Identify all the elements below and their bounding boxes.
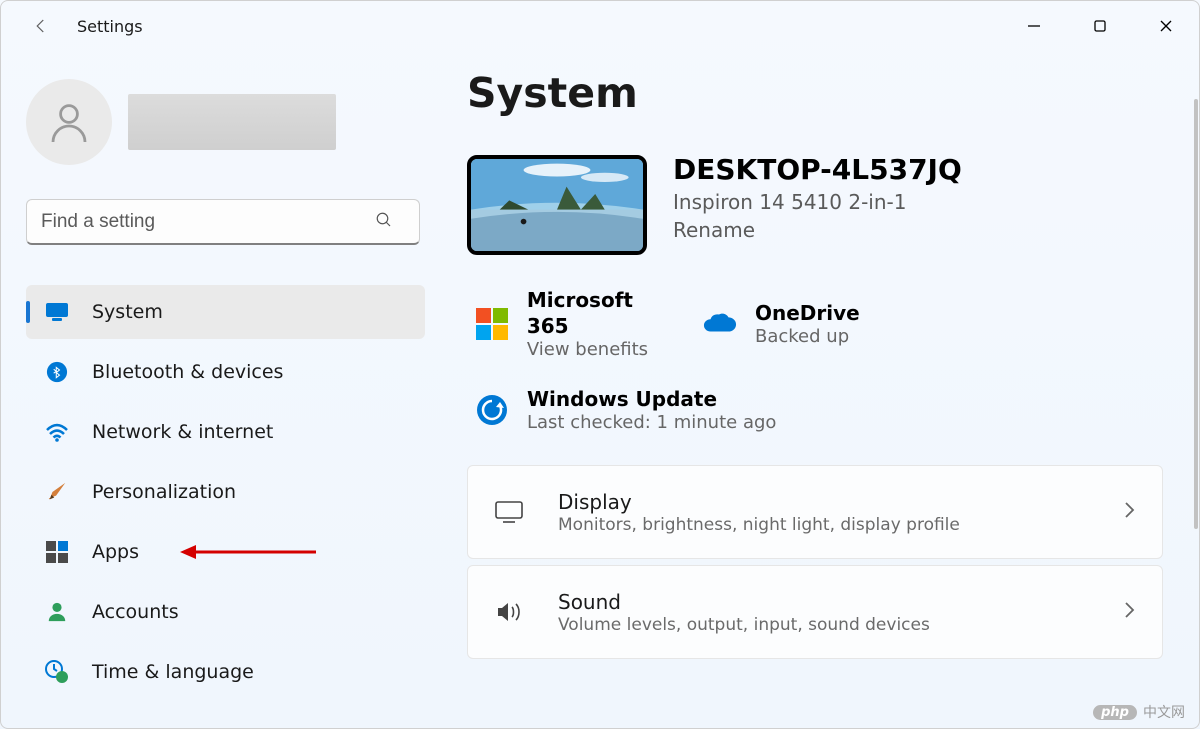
watermark: php 中文网 — [1093, 702, 1185, 722]
sidebar-item-bluetooth[interactable]: Bluetooth & devices — [26, 345, 425, 399]
user-name-placeholder — [128, 94, 336, 150]
card-sub: Monitors, brightness, night light, displ… — [558, 515, 960, 535]
card-title: Display — [558, 489, 960, 515]
sidebar-item-time-language[interactable]: Time & language — [26, 645, 425, 699]
pc-text: DESKTOP-4L537JQ Inspiron 14 5410 2-in-1 … — [673, 155, 962, 255]
clock-globe-icon — [44, 659, 70, 685]
chevron-right-icon — [1122, 500, 1136, 524]
tile-onedrive[interactable]: OneDrive Backed up — [695, 283, 917, 364]
tile-sub: Last checked: 1 minute ago — [527, 412, 776, 433]
microsoft-logo-icon — [475, 307, 509, 341]
apps-icon — [44, 539, 70, 565]
pc-model: Inspiron 14 5410 2-in-1 — [673, 190, 962, 214]
sidebar-item-label: Network & internet — [92, 421, 273, 443]
back-button[interactable] — [23, 8, 59, 44]
wifi-icon — [44, 419, 70, 445]
pc-name: DESKTOP-4L537JQ — [673, 155, 962, 186]
person-icon — [44, 599, 70, 625]
tile-sub: View benefits — [527, 339, 681, 360]
search-icon — [375, 211, 393, 233]
tile-title: OneDrive — [755, 300, 860, 326]
card-sound[interactable]: Sound Volume levels, output, input, soun… — [467, 565, 1163, 659]
card-display[interactable]: Display Monitors, brightness, night ligh… — [467, 465, 1163, 559]
tile-title: Microsoft 365 — [527, 287, 681, 339]
watermark-text: 中文网 — [1143, 702, 1185, 722]
close-button[interactable] — [1133, 1, 1199, 51]
tile-title: Windows Update — [527, 386, 776, 412]
sound-icon — [494, 600, 524, 624]
sidebar-item-label: Apps — [92, 541, 139, 563]
app-title: Settings — [77, 17, 143, 36]
sidebar-item-network[interactable]: Network & internet — [26, 405, 425, 459]
status-tiles: Microsoft 365 View benefits OneDrive Bac… — [467, 283, 1163, 437]
sidebar-item-label: Accounts — [92, 601, 179, 623]
search-wrap — [26, 199, 425, 245]
maximize-button[interactable] — [1067, 1, 1133, 51]
pc-info-block: DESKTOP-4L537JQ Inspiron 14 5410 2-in-1 … — [467, 155, 1163, 255]
brush-icon — [44, 479, 70, 505]
sidebar: System Bluetooth & devices Network & int… — [1, 51, 445, 728]
sidebar-item-apps[interactable]: Apps — [26, 525, 425, 579]
content-area: System DESKTOP-4L537JQ Inspiron 14 5410 — [445, 51, 1199, 728]
sidebar-item-label: System — [92, 301, 163, 323]
desktop-thumbnail[interactable] — [467, 155, 647, 255]
titlebar: Settings — [1, 1, 1199, 51]
minimize-button[interactable] — [1001, 1, 1067, 51]
tile-sub: Backed up — [755, 326, 860, 347]
sidebar-item-label: Time & language — [92, 661, 254, 683]
sidebar-item-label: Bluetooth & devices — [92, 361, 283, 383]
nav-list: System Bluetooth & devices Network & int… — [26, 285, 425, 699]
search-input[interactable] — [26, 199, 420, 245]
sidebar-item-personalization[interactable]: Personalization — [26, 465, 425, 519]
scrollbar[interactable] — [1194, 99, 1198, 529]
chevron-right-icon — [1122, 600, 1136, 624]
profile-block[interactable] — [26, 79, 425, 165]
onedrive-icon — [703, 307, 737, 341]
sidebar-item-system[interactable]: System — [26, 285, 425, 339]
window-controls — [1001, 1, 1199, 51]
monitor-icon — [44, 299, 70, 325]
card-title: Sound — [558, 589, 930, 615]
sidebar-item-label: Personalization — [92, 481, 236, 503]
tile-windows-update[interactable]: Windows Update Last checked: 1 minute ag… — [467, 382, 911, 437]
update-icon — [475, 393, 509, 427]
avatar — [26, 79, 112, 165]
tile-microsoft-365[interactable]: Microsoft 365 View benefits — [467, 283, 689, 364]
sidebar-item-accounts[interactable]: Accounts — [26, 585, 425, 639]
display-icon — [494, 501, 524, 523]
page-title: System — [467, 69, 1163, 117]
watermark-badge: php — [1093, 705, 1137, 720]
rename-link[interactable]: Rename — [673, 218, 962, 242]
card-sub: Volume levels, output, input, sound devi… — [558, 615, 930, 635]
settings-cards: Display Monitors, brightness, night ligh… — [467, 465, 1163, 659]
bluetooth-icon — [44, 359, 70, 385]
annotation-arrow-icon — [178, 540, 318, 564]
